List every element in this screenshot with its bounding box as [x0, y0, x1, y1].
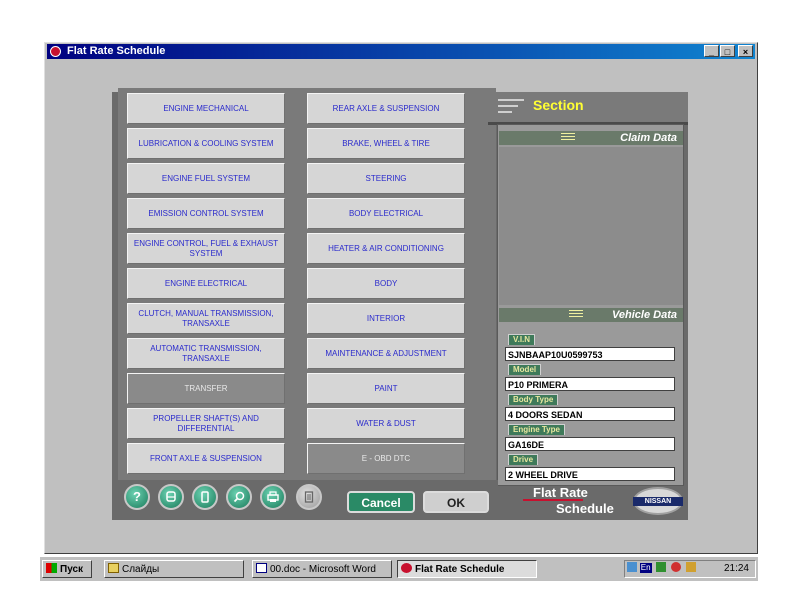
nissan-logo-text: NISSAN: [633, 497, 683, 506]
body-type-label: Body Type: [508, 394, 559, 405]
language-indicator[interactable]: En: [639, 563, 652, 573]
section-lubrication-cooling[interactable]: LUBRICATION & COOLING SYSTEM: [127, 128, 285, 159]
door-icon: [201, 491, 209, 503]
vehicle-button[interactable]: [158, 484, 184, 510]
ok-button[interactable]: OK: [423, 491, 489, 513]
section-transfer[interactable]: TRANSFER: [127, 373, 285, 404]
section-propeller-shaft[interactable]: PROPELLER SHAFT(S) AND DIFFERENTIAL: [127, 408, 285, 439]
section-water-dust[interactable]: WATER & DUST: [307, 408, 465, 439]
section-paint[interactable]: PAINT: [307, 373, 465, 404]
section-e-obd-dtc[interactable]: E - OBD DTC: [307, 443, 465, 474]
brand-line1: Flat Rate: [533, 485, 588, 500]
section-rear-axle[interactable]: REAR AXLE & SUSPENSION: [307, 93, 465, 124]
vehicle-data-title: Vehicle Data: [611, 309, 677, 321]
flat-rate-schedule-logo: Flat Rate Schedule: [523, 485, 631, 517]
section-body-electrical[interactable]: BODY ELECTRICAL: [307, 198, 465, 229]
start-label: Пуск: [60, 564, 84, 575]
drive-value: 2 WHEEL DRIVE: [505, 467, 675, 481]
drive-label: Drive: [508, 454, 539, 465]
claim-lines-icon: [561, 133, 575, 142]
model-field: Model P10 PRIMERA: [505, 359, 675, 391]
vehicle-lines-icon: [569, 310, 583, 319]
car-icon: [166, 491, 176, 502]
antivirus-tray-icon[interactable]: [671, 562, 682, 572]
taskbar-item-word[interactable]: 00.doc - Microsoft Word: [252, 560, 392, 578]
nissan-app-icon: [50, 46, 61, 57]
claim-data-title: Claim Data: [620, 132, 677, 144]
body-type-field: Body Type 4 DOORS SEDAN: [505, 389, 675, 421]
section-body[interactable]: BODY: [307, 268, 465, 299]
section-engine-fuel[interactable]: ENGINE FUEL SYSTEM: [127, 163, 285, 194]
data-panel: Claim Data Vehicle Data V.I.N SJNBAAP10U…: [497, 124, 684, 486]
section-title: Section: [533, 97, 584, 113]
section-engine-electrical[interactable]: ENGINE ELECTRICAL: [127, 268, 285, 299]
taskbar-item-flat-rate[interactable]: Flat Rate Schedule: [397, 560, 537, 578]
model-label: Model: [508, 364, 542, 375]
section-clutch-manual[interactable]: CLUTCH, MANUAL TRANSMISSION, TRANSAXLE: [127, 303, 285, 334]
brand-line2: Schedule: [556, 501, 614, 516]
door-button[interactable]: [192, 484, 218, 510]
help-button[interactable]: ?: [124, 484, 150, 510]
engine-type-label: Engine Type: [508, 424, 565, 435]
left-section-column: ENGINE MECHANICAL LUBRICATION & COOLING …: [127, 93, 285, 483]
section-lines-icon: [498, 99, 524, 117]
section-interior[interactable]: INTERIOR: [307, 303, 465, 334]
vin-label: V.I.N: [508, 334, 536, 345]
taskbar-item-label: Flat Rate Schedule: [415, 564, 505, 575]
window-title: Flat Rate Schedule: [67, 45, 166, 57]
vin-field: V.I.N SJNBAAP10U0599753: [505, 329, 675, 361]
taskbar-item-label: Слайды: [122, 564, 160, 575]
printer-icon: [267, 491, 279, 502]
section-automatic-transmission[interactable]: AUTOMATIC TRANSMISSION, TRANSAXLE: [127, 338, 285, 369]
drive-field: Drive 2 WHEEL DRIVE: [505, 449, 675, 481]
monitor-tray-icon[interactable]: [627, 562, 637, 572]
close-button[interactable]: ×: [738, 45, 753, 57]
search-button[interactable]: [226, 484, 252, 510]
volume-tray-icon[interactable]: [685, 562, 696, 572]
windows-flag-icon: [46, 563, 57, 573]
section-heater-ac[interactable]: HEATER & AIR CONDITIONING: [307, 233, 465, 264]
cancel-button[interactable]: Cancel: [347, 491, 415, 513]
claim-data-header: Claim Data: [499, 131, 683, 145]
section-engine-mechanical[interactable]: ENGINE MECHANICAL: [127, 93, 285, 124]
maximize-button[interactable]: □: [720, 45, 735, 57]
title-bar[interactable]: Flat Rate Schedule _ □ ×: [47, 44, 755, 59]
word-doc-icon: [256, 563, 267, 573]
vehicle-data-header: Vehicle Data: [499, 308, 683, 322]
document-icon: [304, 491, 314, 503]
taskbar-item-slides[interactable]: Слайды: [104, 560, 244, 578]
nissan-logo-icon: NISSAN: [633, 487, 683, 515]
section-maintenance[interactable]: MAINTENANCE & ADJUSTMENT: [307, 338, 465, 369]
start-button[interactable]: Пуск: [42, 560, 92, 578]
section-brake-wheel-tire[interactable]: BRAKE, WHEEL & TIRE: [307, 128, 465, 159]
claim-data-area: [499, 147, 683, 305]
print-button[interactable]: [260, 484, 286, 510]
network-tray-icon[interactable]: [656, 562, 667, 572]
taskbar-item-label: 00.doc - Microsoft Word: [270, 564, 376, 575]
system-tray: En 21:24: [624, 560, 756, 578]
section-steering[interactable]: STEERING: [307, 163, 465, 194]
nissan-app-icon: [401, 563, 412, 573]
section-front-axle[interactable]: FRONT AXLE & SUSPENSION: [127, 443, 285, 474]
taskbar: Пуск Слайды 00.doc - Microsoft Word Flat…: [40, 556, 758, 581]
search-icon: [233, 491, 245, 503]
folder-icon: [108, 563, 119, 573]
document-button[interactable]: [296, 484, 322, 510]
right-section-column: REAR AXLE & SUSPENSION BRAKE, WHEEL & TI…: [307, 93, 465, 483]
section-emission-control[interactable]: EMISSION CONTROL SYSTEM: [127, 198, 285, 229]
engine-type-field: Engine Type GA16DE: [505, 419, 675, 451]
minimize-button[interactable]: _: [704, 45, 719, 57]
section-engine-control[interactable]: ENGINE CONTROL, FUEL & EXHAUST SYSTEM: [127, 233, 285, 264]
clock: 21:24: [723, 563, 749, 574]
